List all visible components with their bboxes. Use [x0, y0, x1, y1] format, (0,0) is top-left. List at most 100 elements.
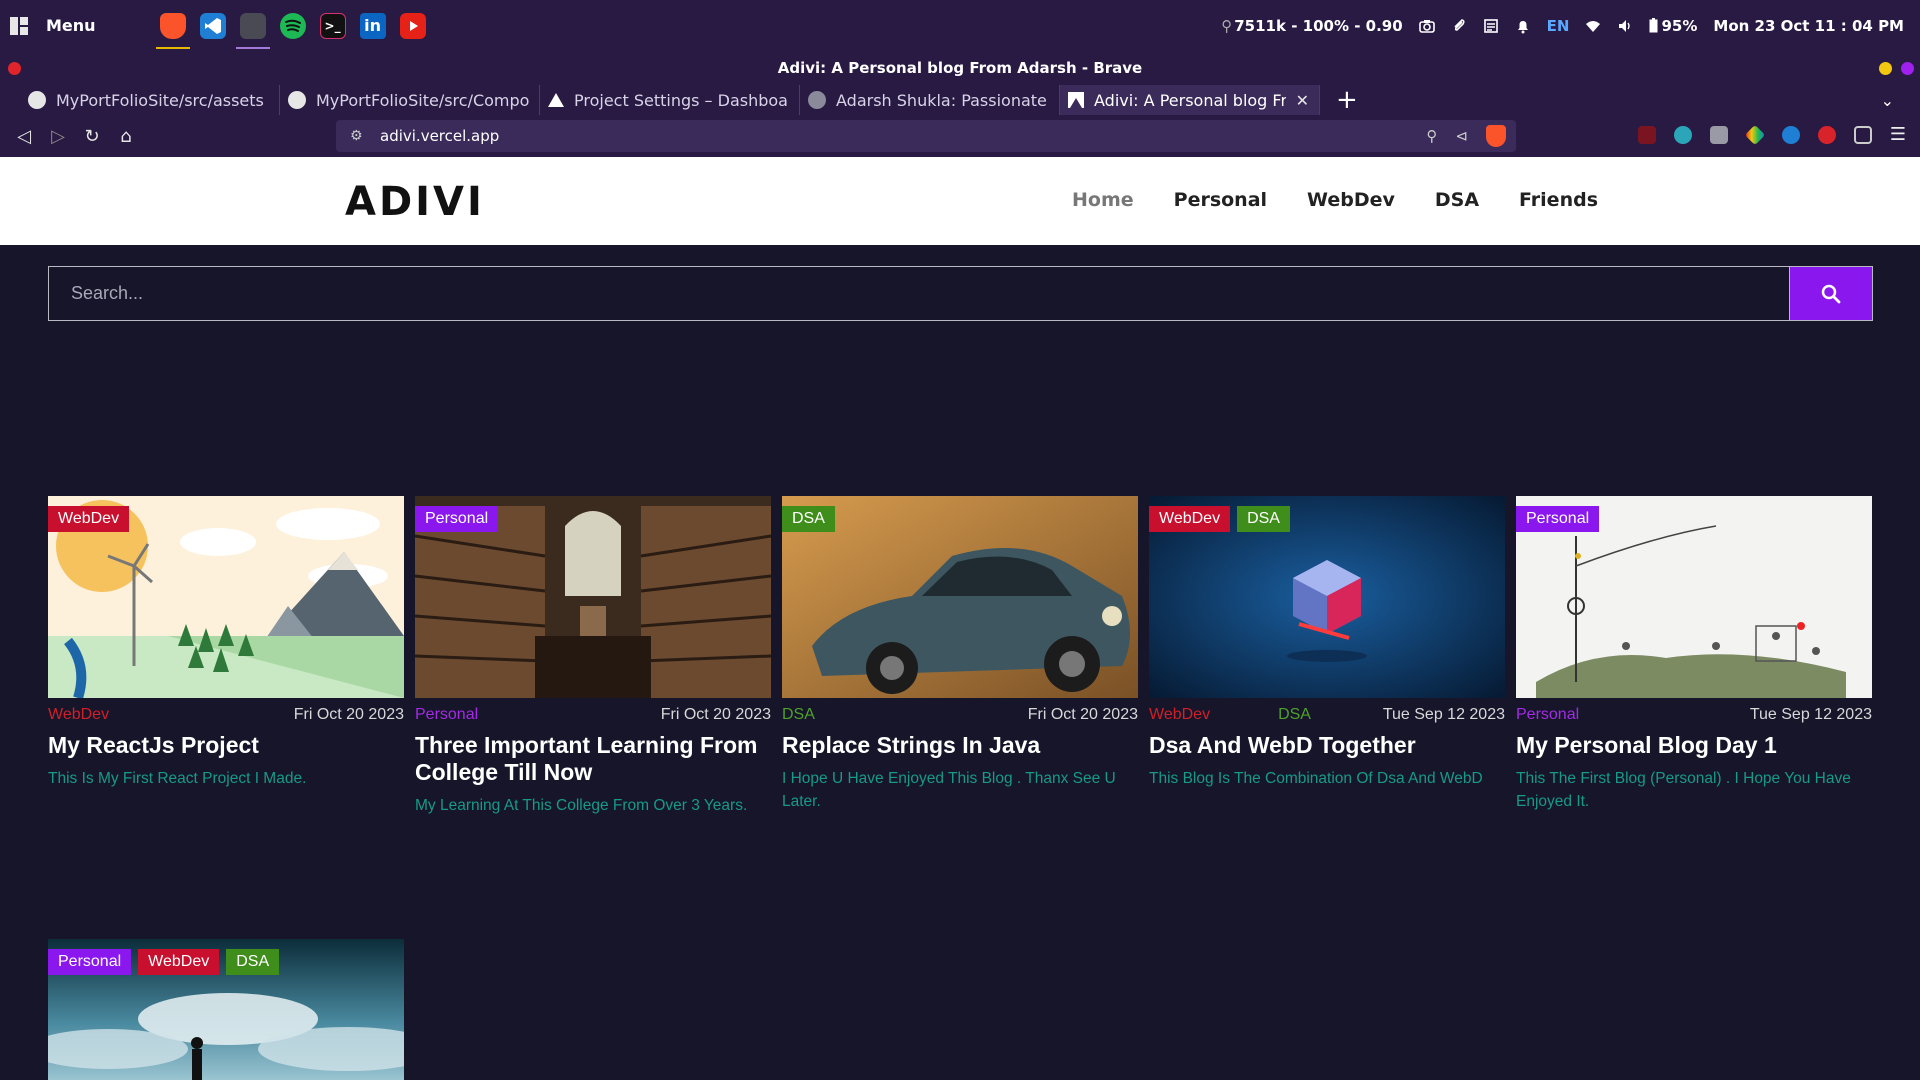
post-thumbnail[interactable]: Personal WebDev DSA	[48, 939, 404, 1080]
tab-title: Adarsh Shukla: Passionate W	[836, 90, 1049, 110]
url-bar[interactable]: ⚙ adivi.vercel.app ⚲ ⊲	[336, 120, 1516, 152]
color-picker-icon[interactable]	[1744, 124, 1766, 146]
post-title[interactable]: Replace Strings In Java	[782, 732, 1138, 759]
nav-personal[interactable]: Personal	[1174, 189, 1267, 211]
terminal-app-icon[interactable]: >_	[319, 12, 346, 39]
tag-badge[interactable]: Personal	[48, 949, 132, 975]
post-category[interactable]: Personal	[1516, 706, 1579, 724]
post-meta: Personal Tue Sep 12 2023	[1516, 706, 1872, 724]
post-category[interactable]: Personal	[415, 706, 478, 724]
language-indicator[interactable]: EN	[1547, 17, 1570, 35]
share-icon[interactable]: ⊲	[1455, 127, 1468, 145]
tag-badge[interactable]: WebDev	[138, 949, 220, 975]
maximize-window-dot[interactable]	[1901, 62, 1914, 75]
forward-icon[interactable]: ▷	[48, 126, 68, 147]
post-title[interactable]: Three Important Learning From College Ti…	[415, 732, 771, 786]
tag-badge[interactable]: DSA	[782, 506, 835, 532]
post-meta: Personal Fri Oct 20 2023	[415, 706, 771, 724]
post-category[interactable]: DSA	[1278, 706, 1311, 724]
minimize-window-dot[interactable]	[1879, 62, 1892, 75]
post-thumbnail[interactable]: WebDev	[48, 496, 404, 698]
new-tab-button[interactable]: +	[1336, 87, 1358, 113]
post-description: My Learning At This College From Over 3 …	[415, 797, 748, 814]
extensions-puzzle-icon[interactable]	[1853, 126, 1872, 144]
brave-shields-icon[interactable]	[1486, 125, 1506, 147]
site-logo[interactable]: ADIVI	[345, 179, 485, 225]
post-date: Fri Oct 20 2023	[293, 706, 404, 723]
post-card[interactable]: Personal Personal Tue Sep 12 2023 My Per…	[1516, 496, 1872, 813]
github-icon	[288, 91, 306, 109]
tag-badge[interactable]: WebDev	[48, 506, 130, 532]
notes-icon[interactable]	[1483, 18, 1499, 34]
bell-icon[interactable]	[1515, 18, 1531, 34]
post-thumbnail[interactable]: Personal	[1516, 496, 1872, 698]
post-tags: Personal WebDev DSA	[48, 949, 280, 975]
post-card[interactable]: DSA DSA Fri Oct 20 2023 Replace Strings …	[782, 496, 1138, 813]
post-title[interactable]: Dsa And WebD Together	[1149, 732, 1505, 759]
screenshot-icon[interactable]	[1418, 18, 1435, 34]
search-input[interactable]	[48, 266, 1790, 321]
tag-badge[interactable]: DSA	[1237, 506, 1290, 532]
extension-icon[interactable]	[1637, 126, 1656, 144]
battery-indicator[interactable]: 95%	[1649, 17, 1697, 35]
nav-friends[interactable]: Friends	[1519, 189, 1598, 211]
post-card[interactable]: Personal Personal Fri Oct 20 2023 Three …	[415, 496, 771, 817]
system-menu[interactable]: Menu	[10, 16, 96, 35]
reload-icon[interactable]: ↻	[82, 126, 102, 147]
browser-tab[interactable]: Project Settings – Dashboard	[540, 85, 800, 115]
chevron-down-icon[interactable]: ⌄	[1881, 91, 1894, 110]
close-window-dot[interactable]	[8, 62, 21, 75]
hamburger-menu-icon[interactable]: ☰	[1890, 126, 1906, 144]
vscode-app-icon[interactable]	[199, 12, 226, 39]
files-app-icon[interactable]	[235, 12, 270, 49]
tag-badge[interactable]: Personal	[415, 506, 499, 532]
clip-icon[interactable]	[1451, 18, 1467, 34]
zoom-icon[interactable]: ⚲	[1426, 127, 1437, 145]
post-description: This The First Blog (Personal) . I Hope …	[1516, 770, 1851, 810]
browser-tab-active[interactable]: Adivi: A Personal blog Fro ✕	[1060, 85, 1320, 115]
post-category[interactable]: DSA	[782, 706, 815, 724]
url-text[interactable]: adivi.vercel.app	[380, 127, 499, 145]
tag-badge[interactable]: WebDev	[1149, 506, 1231, 532]
wifi-icon[interactable]	[1585, 18, 1601, 34]
brave-app-icon[interactable]	[155, 12, 190, 49]
post-thumbnail[interactable]: Personal	[415, 496, 771, 698]
site-settings-icon[interactable]: ⚙	[350, 128, 366, 144]
post-tags: DSA	[782, 506, 835, 532]
search-button[interactable]	[1790, 266, 1873, 321]
post-category[interactable]: WebDev	[48, 706, 109, 724]
post-description: I Hope U Have Enjoyed This Blog . Thanx …	[782, 770, 1116, 810]
tag-badge[interactable]: Personal	[1516, 506, 1600, 532]
post-category[interactable]: WebDev	[1149, 706, 1210, 724]
youtube-app-icon[interactable]	[399, 12, 426, 39]
post-thumbnail[interactable]: WebDev DSA	[1149, 496, 1505, 698]
nav-webdev[interactable]: WebDev	[1307, 189, 1395, 211]
post-thumbnail[interactable]: DSA	[782, 496, 1138, 698]
post-card[interactable]: WebDev DSA WebDev DSA Tue Sep 12 2023 Ds…	[1149, 496, 1505, 790]
close-tab-icon[interactable]: ✕	[1296, 91, 1309, 110]
react-devtools-icon[interactable]	[1673, 126, 1692, 144]
browser-tab[interactable]: MyPortFolioSite/src/assets at	[20, 85, 280, 115]
browser-tab[interactable]: Adarsh Shukla: Passionate W	[800, 85, 1060, 115]
back-icon[interactable]: ◁	[14, 126, 34, 147]
post-card[interactable]: Personal WebDev DSA	[48, 939, 404, 1080]
home-icon[interactable]: ⌂	[116, 126, 136, 147]
linkedin-app-icon[interactable]: in	[359, 12, 386, 39]
extension-icon[interactable]	[1709, 126, 1728, 144]
clock[interactable]: Mon 23 Oct 11 : 04 PM	[1713, 17, 1904, 35]
nav-home[interactable]: Home	[1072, 189, 1134, 211]
post-card[interactable]: WebDev WebDev Fri Oct 20 2023 My ReactJs…	[48, 496, 404, 790]
extension-icon[interactable]	[1781, 126, 1800, 144]
battery-level: 95%	[1661, 16, 1698, 35]
tab-title: Adivi: A Personal blog Fro	[1094, 90, 1286, 110]
spotify-app-icon[interactable]	[279, 12, 306, 39]
extension-icon[interactable]	[1817, 126, 1836, 144]
post-title[interactable]: My Personal Blog Day 1	[1516, 732, 1872, 759]
nav-dsa[interactable]: DSA	[1435, 189, 1479, 211]
volume-icon[interactable]	[1617, 18, 1633, 34]
browser-tab[interactable]: MyPortFolioSite/src/Compone	[280, 85, 540, 115]
post-description: This Is My First React Project I Made.	[48, 770, 307, 787]
tag-badge[interactable]: DSA	[226, 949, 280, 975]
post-title[interactable]: My ReactJs Project	[48, 732, 404, 759]
menu-label: Menu	[46, 16, 96, 35]
